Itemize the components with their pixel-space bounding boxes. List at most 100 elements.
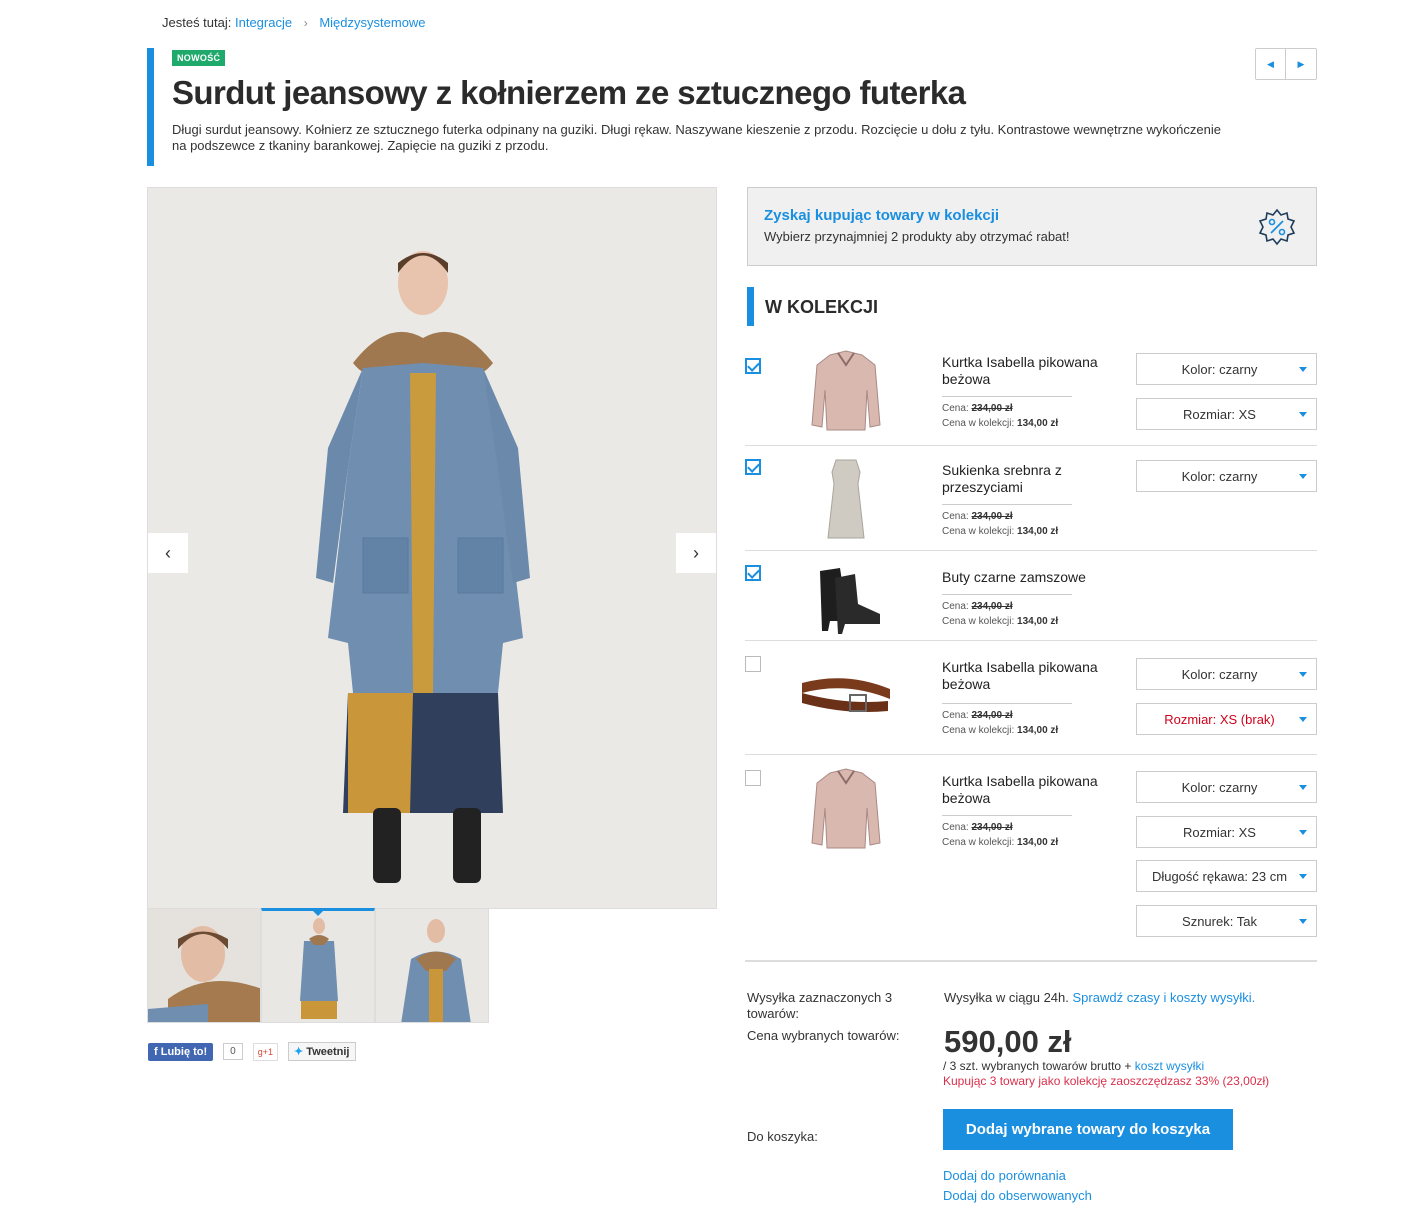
price-info: / 3 szt. wybranych towarów brutto + kosz…: [943, 1059, 1269, 1089]
price-label: Cena:: [942, 822, 969, 833]
original-price: 234,00 zł: [971, 822, 1013, 833]
thumbnail-2[interactable]: [261, 908, 375, 1023]
thumbnail-1[interactable]: [147, 908, 261, 1023]
product-image-main: ‹ ›: [147, 187, 717, 909]
item-name: Kurtka Isabella pikowana beżowa: [942, 773, 1098, 806]
prev-product-button[interactable]: ◀: [1256, 49, 1286, 79]
size-select[interactable]: Rozmiar: XS: [1136, 816, 1317, 848]
shipping-details-link[interactable]: Sprawdź czasy i koszty wysyłki.: [1073, 990, 1256, 1005]
discount-percent-icon: [1258, 208, 1296, 246]
total-price: 590,00 zł: [944, 1024, 1072, 1059]
price-label: Cena:: [942, 710, 969, 721]
product-thumbnail-belt: [802, 678, 890, 712]
shipping-text: Wysyłka w ciągu 24h.: [944, 990, 1069, 1005]
chevron-left-icon: ‹: [165, 542, 171, 563]
collection-price-label: Cena w kolekcji:: [942, 526, 1015, 537]
add-to-cart-button[interactable]: Dodaj wybrane towary do koszyka: [943, 1109, 1233, 1150]
gallery-prev-button[interactable]: ‹: [148, 533, 188, 573]
facebook-icon: f: [154, 1045, 161, 1058]
size-select[interactable]: Rozmiar: XS: [1136, 398, 1317, 430]
gplus-button[interactable]: g+1: [252, 1042, 279, 1061]
tweet-label: Tweetnij: [306, 1046, 350, 1058]
collection-price: 134,00 zł: [1017, 616, 1059, 627]
original-price: 234,00 zł: [971, 601, 1013, 612]
sleeve-length-select[interactable]: Długość rękawa: 23 cm: [1136, 860, 1317, 892]
social-buttons: f Lubię to! 0 g+1 ✦ Tweetnij: [148, 1042, 356, 1061]
collection-promo: Zyskaj kupując towary w kolekcji Wybierz…: [747, 187, 1317, 266]
collection-item: Kurtka Isabella pikowana beżowa Cena: 23…: [745, 755, 1317, 950]
collection-item: Kurtka Isabella pikowana beżowa Cena: 23…: [745, 641, 1317, 755]
promo-title: Zyskaj kupując towary w kolekcji: [764, 207, 1000, 224]
item-price: Cena: 234,00 zł Cena w kolekcji: 134,00 …: [942, 396, 1072, 431]
new-badge: NOWOŚĆ: [172, 50, 226, 66]
item-price: Cena: 234,00 zł Cena w kolekcji: 134,00 …: [942, 594, 1072, 629]
model-photo: [148, 188, 716, 908]
twitter-icon: ✦: [294, 1046, 304, 1058]
collection-price: 134,00 zł: [1017, 837, 1059, 848]
product-nav: ◀ ▶: [1255, 48, 1317, 80]
product-thumbnail-jacket: [811, 350, 881, 431]
size-select-unavailable[interactable]: Rozmiar: XS (brak): [1136, 703, 1317, 735]
collection-price-label: Cena w kolekcji:: [942, 725, 1015, 736]
color-select[interactable]: Kolor: czarny: [1136, 460, 1317, 492]
item-name: Buty czarne zamszowe: [942, 569, 1086, 585]
product-thumbnail-jacket: [811, 768, 881, 849]
collection-price: 134,00 zł: [1017, 526, 1059, 537]
product-thumbnail-dress: [827, 459, 865, 539]
thumbnail-3[interactable]: [375, 908, 489, 1023]
cart-label: Do koszyka:: [747, 1129, 818, 1144]
collection-section-title: W KOLEKCJI: [747, 287, 878, 326]
collection-price: 134,00 zł: [1017, 418, 1059, 429]
color-select[interactable]: Kolor: czarny: [1136, 353, 1317, 385]
shipping-cost-link[interactable]: koszt wysyłki: [1135, 1059, 1204, 1073]
original-price: 234,00 zł: [971, 403, 1013, 414]
like-count: 0: [223, 1043, 243, 1060]
item-checkbox[interactable]: [745, 565, 761, 581]
original-price: 234,00 zł: [971, 511, 1013, 522]
triangle-left-icon: ◀: [1267, 58, 1274, 69]
item-price: Cena: 234,00 zł Cena w kolekcji: 134,00 …: [942, 815, 1072, 850]
price-label: Cena:: [942, 511, 969, 522]
collection-item: Buty czarne zamszowe Cena: 234,00 zł Cen…: [745, 551, 1317, 641]
gallery-next-button[interactable]: ›: [676, 533, 716, 573]
item-name: Sukienka srebnra z przeszyciami: [942, 462, 1062, 495]
price-total-label: Cena wybranych towarów:: [747, 1028, 900, 1043]
breadcrumb-link-integracje[interactable]: Integracje: [235, 15, 292, 30]
tweet-button[interactable]: ✦ Tweetnij: [288, 1042, 356, 1061]
breadcrumb: Jesteś tutaj: Integracje › Międzysystemo…: [162, 15, 426, 30]
item-checkbox[interactable]: [745, 358, 761, 374]
thumbnail-image: [376, 909, 488, 1022]
item-name: Kurtka Isabella pikowana beżowa: [942, 659, 1098, 692]
collection-item: Kurtka Isabella pikowana beżowa Cena: 23…: [745, 340, 1317, 446]
thumbnail-image: [148, 909, 260, 1022]
collection-price-label: Cena w kolekcji:: [942, 837, 1015, 848]
color-select[interactable]: Kolor: czarny: [1136, 771, 1317, 803]
total-note: / 3 szt. wybranych towarów brutto +: [943, 1059, 1132, 1073]
summary-divider: [745, 960, 1317, 962]
item-price: Cena: 234,00 zł Cena w kolekcji: 134,00 …: [942, 703, 1072, 738]
facebook-like-button[interactable]: f Lubię to!: [148, 1042, 214, 1061]
collection-price-label: Cena w kolekcji:: [942, 616, 1015, 627]
drawstring-select[interactable]: Sznurek: Tak: [1136, 905, 1317, 937]
chevron-right-icon: ›: [693, 542, 699, 563]
add-to-watchlist-link[interactable]: Dodaj do obserwowanych: [943, 1188, 1092, 1203]
add-to-compare-link[interactable]: Dodaj do porównania: [943, 1168, 1066, 1183]
collection-item: Sukienka srebnra z przeszyciami Cena: 23…: [745, 446, 1317, 551]
savings-text: Kupując 3 towary jako kolekcję zaoszczęd…: [943, 1074, 1270, 1088]
thumbnail-image: [262, 911, 374, 1022]
item-checkbox[interactable]: [745, 656, 761, 672]
product-header: NOWOŚĆ Surdut jeansowy z kołnierzem ze s…: [147, 48, 1317, 166]
collection-price: 134,00 zł: [1017, 725, 1059, 736]
product-description: Długi surdut jeansowy. Kołnierz ze sztuc…: [172, 122, 1221, 153]
collection-price-label: Cena w kolekcji:: [942, 418, 1015, 429]
item-checkbox[interactable]: [745, 770, 761, 786]
shipping-label: Wysyłka zaznaczonych 3 towarów:: [747, 990, 893, 1021]
color-select[interactable]: Kolor: czarny: [1136, 658, 1317, 690]
next-product-button[interactable]: ▶: [1286, 49, 1316, 79]
price-label: Cena:: [942, 601, 969, 612]
item-checkbox[interactable]: [745, 459, 761, 475]
breadcrumb-prefix: Jesteś tutaj:: [162, 15, 232, 30]
item-name: Kurtka Isabella pikowana beżowa: [942, 354, 1098, 387]
breadcrumb-link-miedzysystemowe[interactable]: Międzysystemowe: [319, 15, 425, 30]
item-price: Cena: 234,00 zł Cena w kolekcji: 134,00 …: [942, 504, 1072, 539]
